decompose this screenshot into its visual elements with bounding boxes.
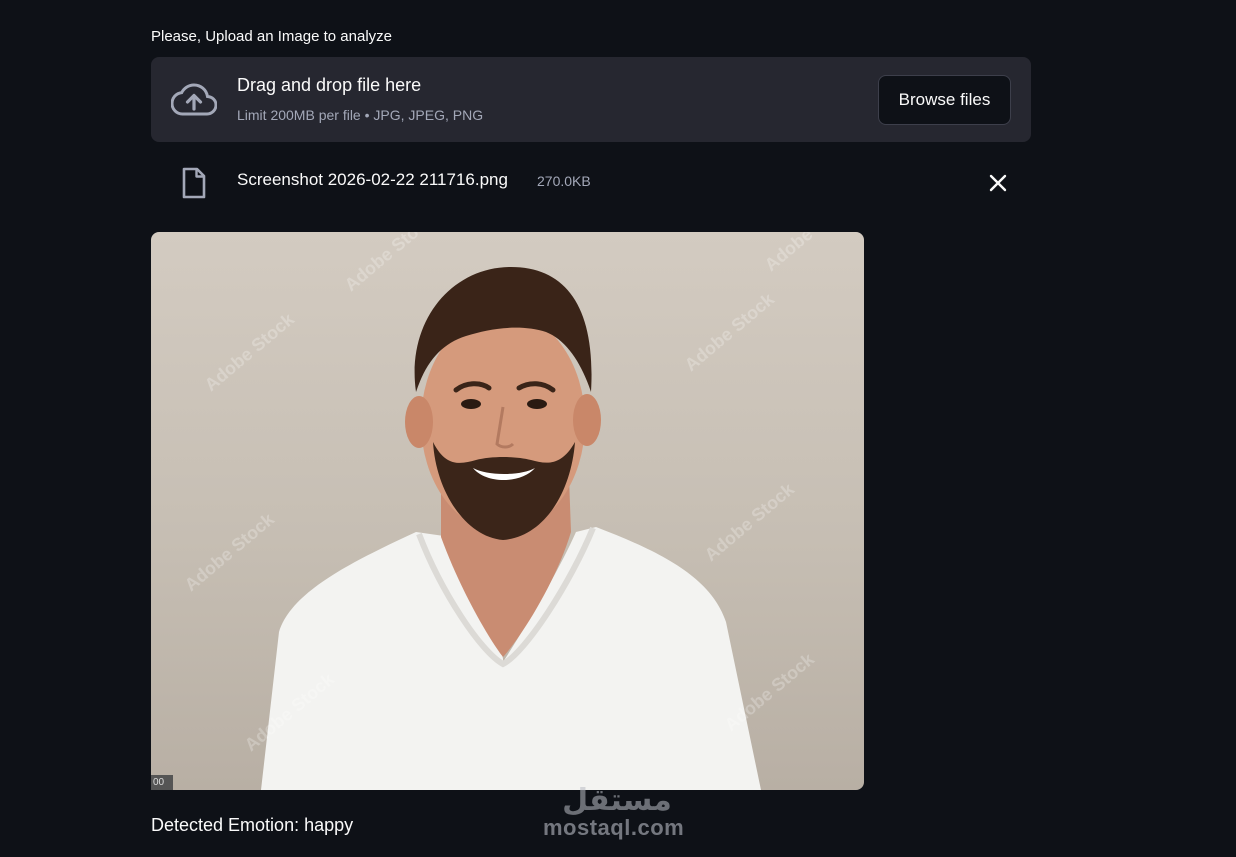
uploaded-file-name: Screenshot 2026-02-22 211716.png: [237, 170, 508, 189]
dropzone-limit: Limit 200MB per file • JPG, JPEG, PNG: [237, 107, 484, 123]
svg-text:مستقل: مستقل: [562, 783, 672, 818]
watermark-text: Adobe Stock: [701, 478, 799, 565]
uploaded-file-size: 270.0KB: [537, 173, 591, 189]
mostaql-logo: مستقل: [562, 783, 672, 818]
uploader-label: Please, Upload an Image to analyze: [151, 28, 392, 45]
mostaql-watermark: mostaql.com: [543, 815, 685, 840]
watermark-text: Adobe Stock: [341, 232, 439, 295]
watermark-text: Adobe Stock: [681, 288, 779, 375]
close-icon[interactable]: [987, 172, 1009, 194]
portrait-image: Adobe Stock Adobe Stock Adobe Stock Adob…: [181, 232, 859, 790]
watermark-text: Adobe Stock: [181, 508, 279, 595]
cloud-upload-icon: [171, 83, 217, 116]
browse-files-button[interactable]: Browse files: [878, 75, 1011, 125]
watermark-text: Adobe Stock: [761, 232, 859, 275]
uploaded-file-row: Screenshot 2026-02-22 211716.png 270.0KB: [151, 160, 1031, 204]
dropzone-title: Drag and drop file here: [237, 75, 422, 95]
detected-emotion-text: Detected Emotion: happy: [151, 815, 354, 835]
file-icon: [182, 167, 206, 199]
file-dropzone[interactable]: Drag and drop file here Limit 200MB per …: [151, 57, 1031, 142]
image-corner-badge: 00: [151, 775, 173, 790]
uploaded-image-preview: Adobe Stock Adobe Stock Adobe Stock Adob…: [151, 232, 864, 790]
streamlit-app: Please, Upload an Image to analyze Drag …: [0, 0, 1236, 857]
watermark-text: Adobe Stock: [201, 308, 299, 395]
